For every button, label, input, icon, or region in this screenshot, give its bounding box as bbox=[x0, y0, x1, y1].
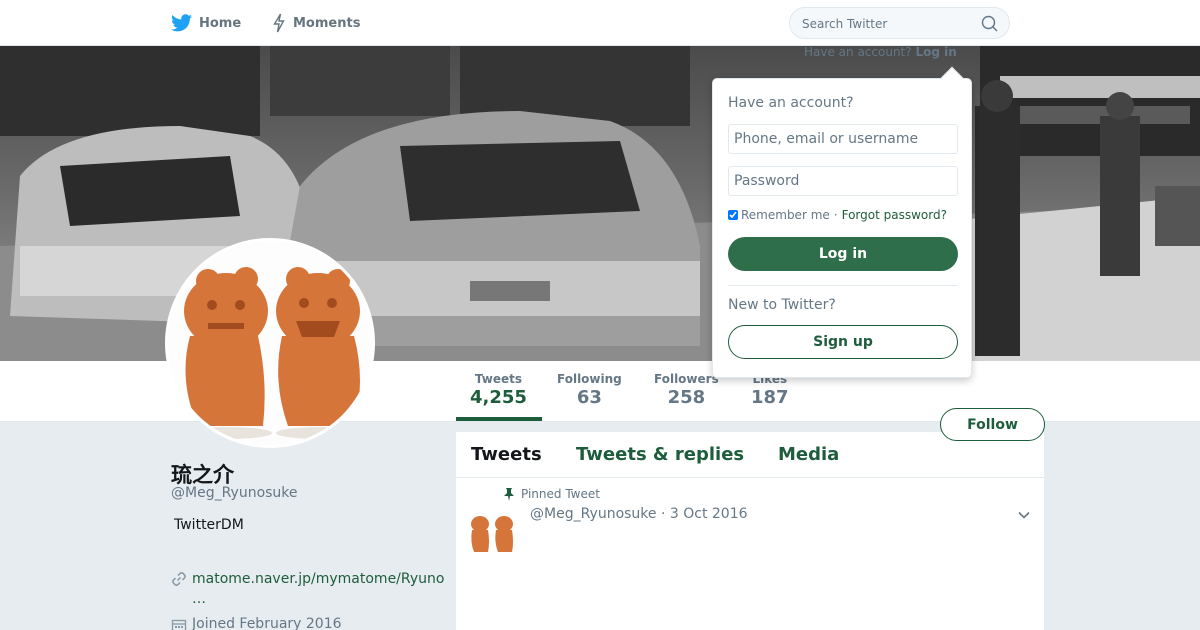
nav-moments[interactable]: Moments bbox=[272, 13, 360, 33]
profile-avatar[interactable] bbox=[165, 238, 375, 448]
stat-value: 4,255 bbox=[470, 387, 527, 408]
follow-button[interactable]: Follow bbox=[940, 408, 1045, 441]
new-to-twitter-label: New to Twitter? bbox=[728, 297, 836, 313]
search-box bbox=[789, 7, 1010, 39]
top-navigation-bar: Home Moments bbox=[0, 0, 1200, 46]
pin-icon bbox=[504, 487, 514, 501]
pinned-tweet-context: Pinned Tweet bbox=[504, 487, 600, 501]
profile-url-link[interactable]: matome.naver.jp/mymatome/Ryuno … bbox=[192, 569, 452, 609]
password-field[interactable] bbox=[728, 166, 958, 196]
signup-button[interactable]: Sign up bbox=[728, 325, 958, 359]
login-caption-prefix: Have an account? bbox=[804, 45, 912, 59]
profile-url-line1: matome.naver.jp/mymatome/Ryuno bbox=[192, 571, 445, 587]
remember-separator: · bbox=[833, 208, 838, 222]
dropdown-divider bbox=[728, 285, 958, 286]
chevron-down-icon[interactable] bbox=[1017, 508, 1031, 522]
tab-tweets[interactable]: Tweets bbox=[471, 444, 542, 465]
tab-media[interactable]: Media bbox=[778, 444, 839, 465]
profile-screen-name[interactable]: @Meg_Ryunosuke bbox=[171, 485, 298, 501]
twitter-bird-icon bbox=[171, 14, 192, 32]
tweet-avatar[interactable] bbox=[468, 512, 516, 556]
stat-value: 187 bbox=[751, 387, 789, 408]
stat-label: Tweets bbox=[474, 372, 523, 386]
login-button[interactable]: Log in bbox=[728, 237, 958, 271]
search-icon[interactable] bbox=[981, 15, 998, 32]
search-input[interactable] bbox=[802, 15, 972, 32]
stat-tweets[interactable]: Tweets 4,255 bbox=[470, 371, 527, 409]
remember-me-checkbox[interactable] bbox=[728, 210, 738, 220]
forgot-password-link[interactable]: Forgot password? bbox=[842, 208, 947, 222]
profile-bio: TwitterDM bbox=[174, 517, 244, 533]
stat-label: Following bbox=[557, 372, 622, 386]
profile-join-date: Joined February 2016 bbox=[192, 616, 342, 630]
stat-value: 258 bbox=[667, 387, 706, 408]
link-icon bbox=[172, 572, 186, 586]
stat-label: Followers bbox=[654, 372, 719, 386]
nav-home-label: Home bbox=[199, 15, 242, 31]
tab-tweets-and-replies[interactable]: Tweets & replies bbox=[576, 444, 744, 465]
login-caption: Have an account? Log in bbox=[804, 45, 957, 59]
login-caption-link[interactable]: Log in bbox=[915, 45, 956, 59]
profile-url-line2: … bbox=[192, 591, 206, 607]
stat-value: 63 bbox=[576, 387, 602, 408]
login-dropdown-title: Have an account? bbox=[728, 95, 854, 111]
pinned-tweet-label: Pinned Tweet bbox=[521, 487, 600, 501]
username-field[interactable] bbox=[728, 124, 958, 154]
stat-followers[interactable]: Followers 258 bbox=[654, 371, 719, 409]
remember-row: Remember me · Forgot password? bbox=[728, 208, 947, 222]
timeline: Tweets Tweets & replies Media Pinned Twe… bbox=[456, 432, 1044, 630]
nav-moments-label: Moments bbox=[293, 15, 361, 31]
stat-following[interactable]: Following 63 bbox=[557, 371, 622, 409]
login-dropdown: Have an account? Remember me · Forgot pa… bbox=[712, 78, 972, 378]
remember-me-label[interactable]: Remember me bbox=[741, 208, 830, 222]
lightning-icon bbox=[273, 13, 285, 33]
calendar-icon bbox=[171, 619, 187, 630]
active-stat-underline bbox=[456, 417, 542, 421]
tweet-author-and-date[interactable]: @Meg_Ryunosuke · 3 Oct 2016 bbox=[530, 506, 748, 522]
nav-home[interactable]: Home bbox=[171, 13, 241, 33]
